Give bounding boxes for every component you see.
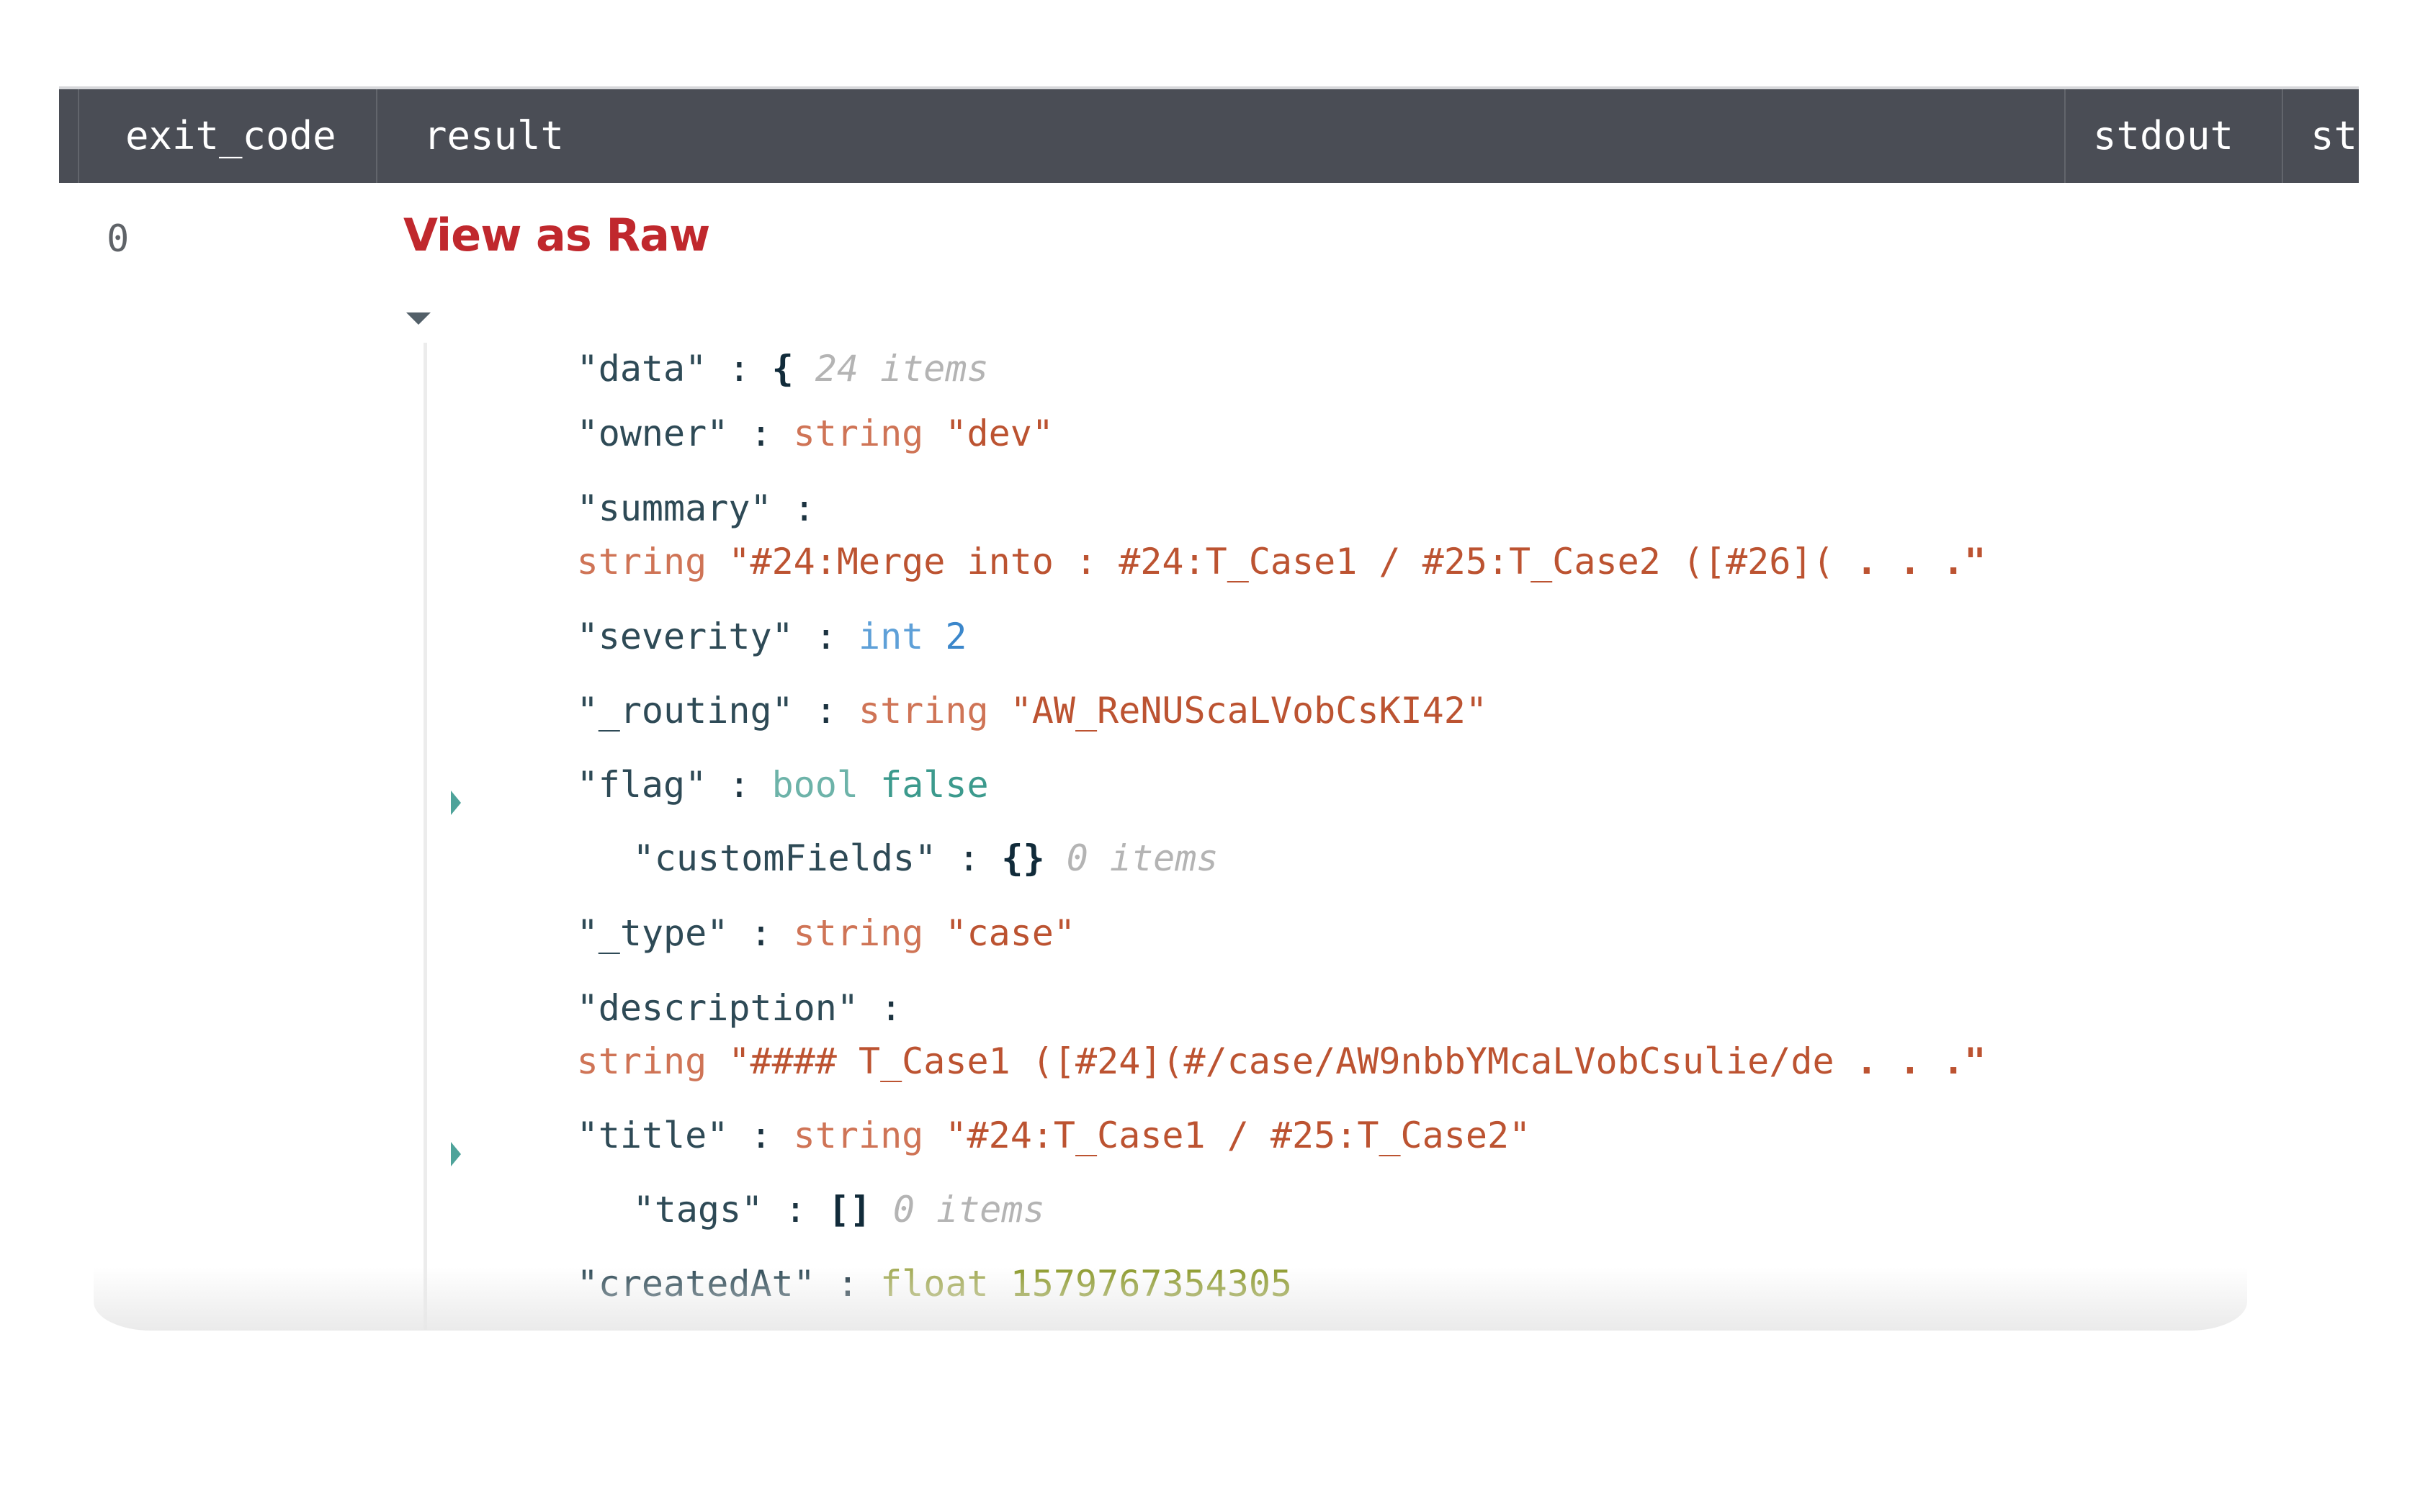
expand-caret-icon[interactable] — [451, 791, 461, 815]
json-entry-parent: "_parent" : NULL — [447, 1281, 935, 1330]
truncate-ellipsis[interactable]: . . ." — [1834, 541, 1986, 582]
truncate-ellipsis[interactable]: . . ." — [1834, 1040, 1986, 1082]
header-exit-code[interactable]: exit_code — [78, 89, 395, 183]
string-value: "AW_ReNUScaLVobCsKI42" — [1010, 690, 1487, 732]
tree-indent-guide — [424, 343, 427, 1330]
item-count: 0 items — [1066, 837, 1219, 879]
collapse-caret-icon[interactable] — [406, 312, 431, 325]
view-as-raw-link[interactable]: View as Raw — [403, 209, 710, 261]
header-cell-index — [59, 89, 78, 183]
header-stderr[interactable]: st — [2282, 89, 2359, 183]
string-value: "dev" — [945, 413, 1054, 454]
float-value: 1579767354305 — [1010, 1263, 1293, 1305]
string-value: "case" — [945, 912, 1076, 954]
table-row: 0 View as Raw "data" : { 24 items "owner… — [59, 183, 2359, 1330]
header-result[interactable]: result — [376, 89, 2066, 183]
exit-code-value: 0 — [107, 217, 130, 261]
header-stdout[interactable]: stdout — [2064, 89, 2282, 183]
expand-caret-icon[interactable] — [451, 1142, 461, 1166]
table-header: exit_code result stdout st — [59, 86, 2359, 183]
